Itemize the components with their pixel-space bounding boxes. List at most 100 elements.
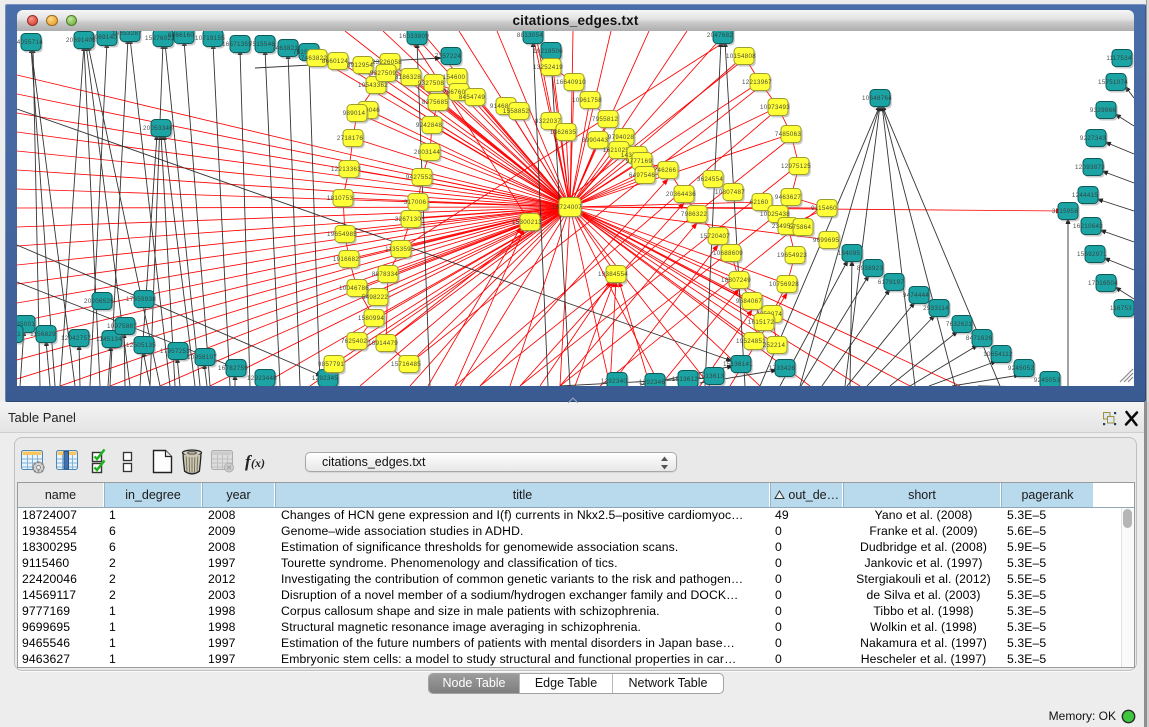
- svg-text:9794028: 9794028: [608, 134, 634, 141]
- svg-text:9327508: 9327508: [418, 80, 444, 87]
- svg-text:9227343: 9227343: [1080, 135, 1106, 142]
- svg-text:19524851: 19524851: [736, 338, 766, 345]
- svg-text:62160: 62160: [750, 199, 769, 206]
- svg-text:20206526: 20206526: [84, 298, 114, 305]
- svg-text:(x): (x): [251, 456, 265, 470]
- svg-text:1292345: 1292345: [312, 375, 338, 382]
- svg-text:12093873: 12093873: [1075, 164, 1105, 171]
- svg-text:19218506: 19218506: [533, 48, 563, 55]
- svg-text:9327509: 9327509: [370, 70, 396, 77]
- svg-text:16640910: 16640910: [556, 79, 586, 86]
- svg-text:16033809: 16033809: [399, 33, 429, 40]
- svg-text:9427552: 9427552: [406, 174, 432, 181]
- svg-text:10688609: 10688609: [713, 250, 743, 257]
- svg-text:5498222: 5498222: [362, 294, 388, 301]
- svg-text:10958107: 10958107: [187, 354, 217, 361]
- svg-text:7625402: 7625402: [341, 338, 367, 345]
- svg-text:7357224: 7357224: [435, 53, 461, 60]
- svg-text:1362635: 1362635: [550, 129, 576, 136]
- svg-text:10154808: 10154808: [726, 53, 756, 60]
- svg-text:2718176: 2718176: [337, 135, 363, 142]
- svg-text:9474444: 9474444: [903, 292, 929, 299]
- svg-text:9684067: 9684067: [736, 298, 762, 305]
- svg-text:8938923: 8938923: [857, 265, 883, 272]
- svg-text:12213967: 12213967: [742, 79, 772, 86]
- svg-text:317006: 317006: [404, 199, 427, 206]
- svg-text:989014: 989014: [343, 110, 366, 117]
- svg-text:9777169: 9777169: [626, 158, 652, 165]
- svg-text:10648764: 10648764: [862, 95, 892, 102]
- svg-text:13252419: 13252419: [533, 64, 563, 71]
- svg-text:9115460: 9115460: [811, 205, 837, 212]
- svg-text:252214: 252214: [763, 342, 786, 349]
- svg-text:15716485: 15716485: [391, 361, 421, 368]
- svg-text:15751074: 15751074: [1098, 79, 1128, 86]
- svg-text:6179197: 6179197: [878, 279, 904, 286]
- svg-text:17016504: 17016504: [1088, 280, 1118, 287]
- svg-text:16671355: 16671355: [222, 41, 252, 48]
- svg-text:1117534: 1117534: [1106, 55, 1132, 62]
- svg-text:1916682: 1916682: [333, 256, 359, 263]
- svg-text:7986322: 7986322: [681, 211, 707, 218]
- svg-text:8660124: 8660124: [322, 58, 348, 65]
- svg-text:15692971: 15692971: [1077, 251, 1107, 258]
- svg-text:7632621: 7632621: [946, 321, 972, 328]
- svg-text:19384554: 19384554: [598, 271, 628, 278]
- svg-text:1580994: 1580994: [358, 315, 384, 322]
- svg-text:15136141: 15136141: [723, 361, 753, 368]
- svg-text:3267130: 3267130: [395, 216, 421, 223]
- svg-text:19654985: 19654985: [327, 231, 357, 238]
- svg-text:575864: 575864: [789, 224, 812, 231]
- svg-text:746266: 746266: [654, 167, 677, 174]
- svg-text:8990443: 8990443: [582, 137, 608, 144]
- svg-text:116753: 116753: [1110, 305, 1132, 312]
- svg-text:1135359: 1135359: [385, 246, 411, 253]
- svg-text:19654923: 19654923: [777, 252, 807, 259]
- svg-text:9245052: 9245052: [1008, 365, 1034, 372]
- svg-text:9463627: 9463627: [775, 194, 801, 201]
- svg-text:2933114: 2933114: [923, 305, 949, 312]
- svg-text:2047682: 2047682: [707, 32, 733, 39]
- svg-text:8813054: 8813054: [517, 32, 543, 39]
- svg-text:10975887: 10975887: [107, 323, 137, 330]
- svg-text:8375685: 8375685: [422, 99, 448, 106]
- svg-text:12975125: 12975125: [781, 163, 811, 170]
- svg-text:9242848: 9242848: [416, 122, 442, 129]
- svg-text:17957253: 17957253: [160, 348, 190, 355]
- svg-text:12505135: 12505135: [126, 342, 156, 349]
- svg-text:6466160: 6466160: [168, 32, 194, 39]
- svg-text:20364436: 20364436: [666, 191, 696, 198]
- svg-text:10807487: 10807487: [715, 189, 745, 196]
- svg-text:8454749: 8454749: [459, 94, 485, 101]
- svg-text:8878334: 8878334: [372, 271, 398, 278]
- svg-text:10653287: 10653287: [112, 31, 142, 37]
- svg-text:10756928: 10756928: [769, 281, 799, 288]
- svg-text:1292346: 1292346: [639, 379, 665, 386]
- svg-text:10719155: 10719155: [195, 35, 225, 42]
- svg-text:9857791: 9857791: [318, 361, 344, 368]
- svg-text:12923448: 12923448: [247, 375, 277, 382]
- svg-text:1558852: 1558852: [503, 108, 529, 115]
- svg-text:1615172: 1615172: [748, 319, 774, 326]
- svg-text:2803144: 2803144: [414, 149, 440, 156]
- svg-text:1292340: 1292340: [601, 378, 627, 385]
- svg-text:12213363: 12213363: [331, 166, 361, 173]
- svg-text:10046786: 10046786: [339, 285, 369, 292]
- svg-text:10025438: 10025438: [760, 211, 790, 218]
- svg-text:1810753: 1810753: [327, 195, 353, 202]
- svg-text:18807249: 18807249: [721, 277, 751, 284]
- svg-text:8471626: 8471626: [966, 335, 992, 342]
- svg-text:8912954: 8912954: [347, 62, 373, 69]
- svg-text:12942757: 12942757: [61, 335, 91, 342]
- svg-text:10973493: 10973493: [760, 104, 790, 111]
- svg-text:3624554: 3624554: [697, 176, 723, 183]
- svg-text:1145134: 1145134: [96, 336, 122, 343]
- svg-text:18724007: 18724007: [552, 204, 582, 211]
- svg-text:17359938: 17359938: [126, 296, 156, 303]
- svg-text:15720407: 15720407: [700, 233, 730, 240]
- svg-text:6497546: 6497546: [629, 172, 655, 179]
- svg-text:9245053: 9245053: [1034, 377, 1060, 384]
- svg-text:15300213: 15300213: [512, 219, 542, 226]
- svg-text:16914479: 16914479: [368, 340, 398, 347]
- svg-text:16210643: 16210643: [1073, 223, 1103, 230]
